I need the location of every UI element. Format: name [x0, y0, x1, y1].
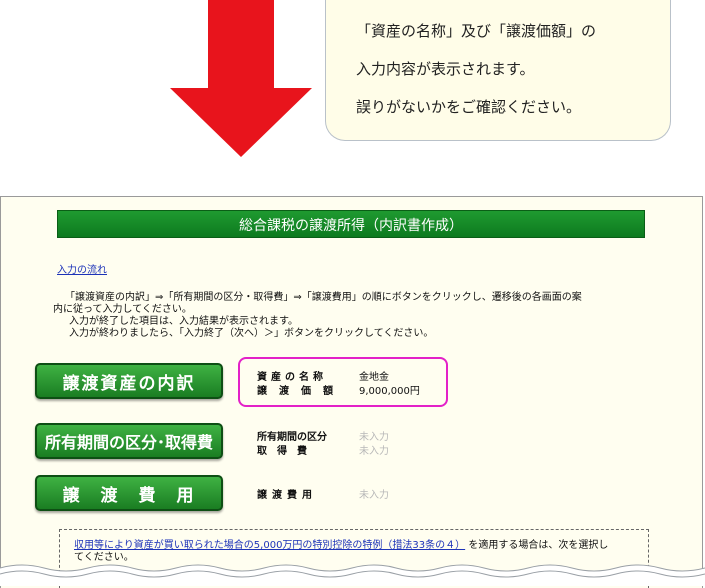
page-title: 総合課税の譲渡所得（内訳書作成）: [239, 218, 463, 234]
transfer-income-panel: 総合課税の譲渡所得（内訳書作成） 入力の流れ 「譲渡資産の内訳」⇒「所有期間の区…: [0, 196, 703, 588]
callout-line-2: 入力内容が表示されます。: [356, 60, 535, 78]
special-deduction-link[interactable]: 収用等により資産が買い取られた場合の5,000万円の特別控除の特例（措法33条の…: [74, 540, 465, 551]
callout-line-3: 誤りがないかをご確認ください。: [356, 98, 582, 116]
input-flow-link[interactable]: 入力の流れ: [57, 261, 107, 276]
asset-breakdown-button[interactable]: 譲渡資産の内訳: [35, 363, 223, 399]
transfer-cost-value: 未入力: [359, 490, 389, 501]
acquisition-cost-label: 取 得 費: [257, 446, 307, 457]
callout-line-1: 「資産の名称」及び「譲渡価額」の: [356, 22, 597, 40]
explanation-callout: 「資産の名称」及び「譲渡価額」の 入力内容が表示されます。 誤りがないかをご確認…: [325, 0, 671, 141]
transfer-price-label: 譲渡価額: [257, 386, 345, 397]
instruction-line: 入力が終わりましたら、「入力終了（次へ）＞」ボタンをクリックしてください。: [69, 328, 434, 339]
special-note-text: を適用する場合は、次を選択し: [468, 540, 609, 551]
instruction-line: 入力が終了した項目は、入力結果が表示されます。: [69, 316, 298, 327]
instruction-line: 「譲渡資産の内訳」⇒「所有期間の区分・取得費」⇒「譲渡費用」の順にボタンをクリッ…: [65, 292, 582, 303]
instructions: 「譲渡資産の内訳」⇒「所有期間の区分・取得費」⇒「譲渡費用」の順にボタンをクリッ…: [53, 292, 659, 340]
transfer-cost-label: 譲渡費用: [257, 490, 317, 501]
instruction-line: 内に従って入力してください。: [53, 304, 192, 315]
asset-name-value: 金地金: [359, 372, 389, 383]
down-arrow-icon: [170, 0, 312, 157]
holding-period-value: 未入力: [359, 432, 389, 443]
holding-period-label: 所有期間の区分: [257, 432, 327, 443]
acquisition-cost-value: 未入力: [359, 446, 389, 457]
asset-name-label: 資産の名称: [257, 372, 327, 383]
torn-edge-decoration: [0, 564, 705, 586]
holding-period-button[interactable]: 所有期間の区分･取得費: [35, 423, 223, 459]
transfer-cost-button[interactable]: 譲 渡 費 用: [35, 475, 223, 511]
transfer-price-value: 9,000,000円: [359, 386, 420, 397]
page-title-bar: 総合課税の譲渡所得（内訳書作成）: [57, 210, 645, 238]
